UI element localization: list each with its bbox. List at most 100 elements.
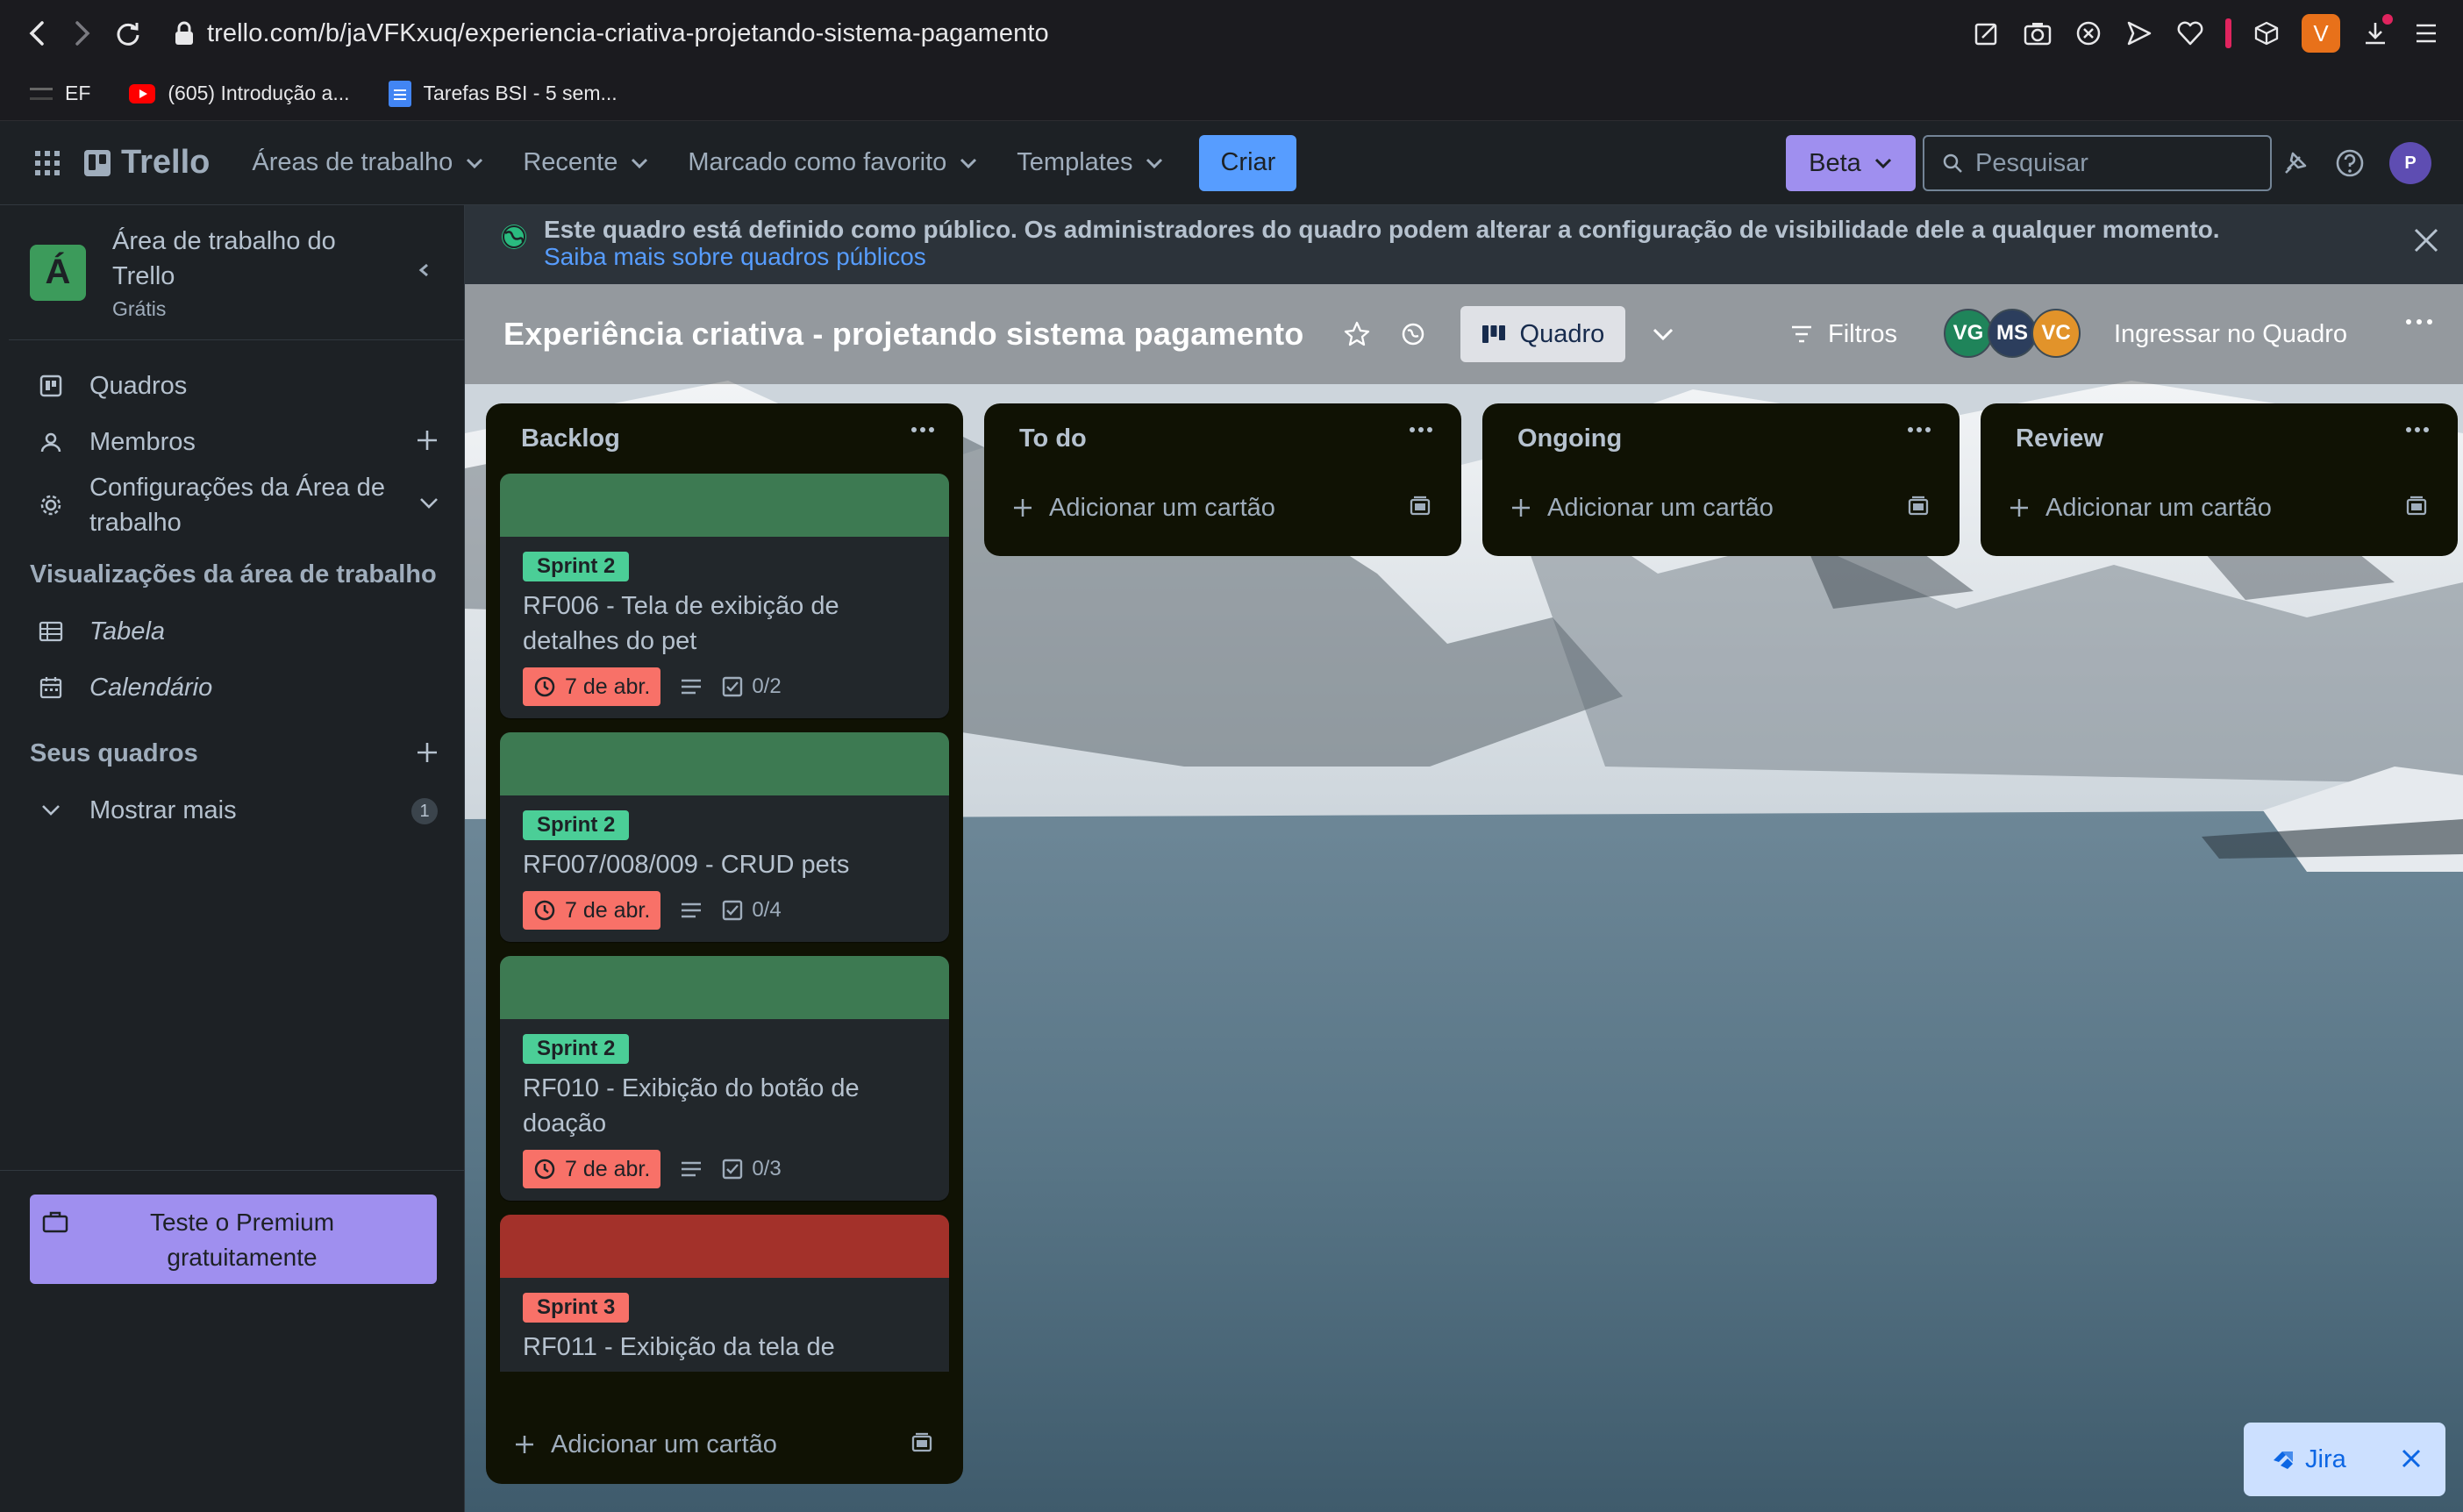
list-to-do: To do Adicionar um cartão [984,403,1461,556]
member-avatar[interactable]: MS [1988,309,2037,358]
notification-icon[interactable] [2281,148,2310,178]
due-date-badge[interactable]: 7 de abr. [523,1150,661,1188]
back-icon[interactable] [14,11,60,56]
bookmark-tarefas[interactable]: Tarefas BSI - 5 sem... [388,80,618,107]
board-title[interactable]: Experiência criativa - projetando sistem… [503,316,1304,353]
list-menu-icon[interactable] [910,426,935,433]
card[interactable]: Sprint 3 RF011 - Exibição da tela de che… [500,1215,949,1372]
add-card-button[interactable]: Adicionar um cartão [1482,474,1960,542]
list-header[interactable]: To do [984,403,1461,474]
block-icon[interactable] [2073,18,2104,49]
sidebar-item-table[interactable]: Tabela [9,603,464,660]
more-options-icon[interactable] [2405,317,2433,326]
menu-starred[interactable]: Marcado como favorito [688,148,978,177]
youtube-icon [129,83,156,103]
browser-toolbar: trello.com/b/jaVFKxuq/experiencia-criati… [0,0,2463,67]
bookmark-ef[interactable]: EF [30,82,90,105]
add-member-icon[interactable] [415,428,439,453]
card-list: Sprint 2 RF006 - Tela de exibição de det… [486,474,963,1372]
send-icon[interactable] [2124,18,2155,49]
menu-recent[interactable]: Recente [523,148,649,177]
star-icon[interactable] [1343,320,1371,348]
create-button[interactable]: Criar [1199,134,1297,191]
template-icon[interactable] [1907,495,1930,517]
workspace-name[interactable]: Área de trabalho do Trello [112,224,375,294]
chevron-down-icon [960,158,977,168]
add-card-button[interactable]: Adicionar um cartão [984,474,1461,542]
address-bar[interactable]: trello.com/b/jaVFKxuq/experiencia-criati… [207,19,1049,48]
browser-profile-avatar[interactable]: V [2302,14,2340,53]
download-icon[interactable] [2359,14,2393,49]
bookmark-youtube[interactable]: (605) Introdução a... [129,82,350,105]
close-icon[interactable] [2400,1447,2423,1470]
template-icon[interactable] [1409,495,1431,517]
workspace-sidebar: Á Área de trabalho do Trello Grátis Quad… [0,205,465,1512]
list-title: Review [2016,424,2103,453]
menu-templates[interactable]: Templates [1017,148,1164,177]
list-menu-icon[interactable] [2405,426,2430,433]
menu-workspaces[interactable]: Áreas de trabalho [252,148,484,177]
sidebar-show-more[interactable]: Mostrar mais 1 [9,782,464,838]
card-title: RF011 - Exibição da tela de checkout [523,1333,835,1372]
chevron-down-icon[interactable] [1652,327,1674,341]
collapse-sidebar-icon[interactable] [415,258,432,282]
board-view-icon [1481,325,1505,343]
template-icon[interactable] [2405,495,2428,517]
chevron-down-icon [39,803,63,817]
sidebar-item-boards[interactable]: Quadros [9,358,464,414]
join-board-button[interactable]: Ingressar no Quadro [2114,284,2347,384]
reload-icon[interactable] [105,11,151,56]
search-input[interactable]: Pesquisar [1923,135,2272,191]
menu-icon[interactable] [2410,18,2442,49]
card[interactable]: Sprint 2 RF006 - Tela de exibição de det… [500,474,949,718]
app-switcher-icon[interactable] [35,150,60,175]
board-view-button[interactable]: Quadro [1460,306,1626,362]
menu-label: Áreas de trabalho [252,148,453,176]
list-menu-icon[interactable] [1907,426,1931,433]
your-boards-heading: Seus quadros [9,724,464,782]
cube-icon[interactable] [2251,18,2282,49]
card[interactable]: Sprint 2 RF007/008/009 - CRUD pets 7 de … [500,732,949,942]
try-premium-button[interactable]: Teste o Premium gratuitamente [30,1195,437,1284]
beta-button[interactable]: Beta [1786,135,1916,191]
edit-image-icon[interactable] [1971,18,2003,49]
jira-popup[interactable]: Jira [2244,1423,2445,1496]
sidebar-item-settings[interactable]: Configurações da Área de trabalho [9,470,464,540]
member-avatar[interactable]: VC [2031,309,2081,358]
list-title: Ongoing [1517,424,1623,453]
help-icon[interactable] [2335,148,2365,178]
list-header[interactable]: Ongoing [1482,403,1960,474]
heart-icon[interactable] [2174,18,2206,49]
person-icon [39,431,63,453]
globe-visibility-icon[interactable] [1401,322,1425,346]
list-ongoing: Ongoing Adicionar um cartão [1482,403,1960,556]
list-menu-icon[interactable] [1409,426,1433,433]
filters-button[interactable]: Filtros [1789,284,1897,384]
close-icon[interactable] [2412,226,2440,254]
member-avatar[interactable]: VG [1944,309,1993,358]
trello-logo-icon [84,149,111,176]
camera-icon[interactable] [2022,18,2053,49]
menu-label: Marcado como favorito [688,148,947,176]
sidebar-item-calendar[interactable]: Calendário [9,660,464,716]
forward-icon[interactable] [60,11,105,56]
card[interactable]: Sprint 2 RF010 - Exibição do botão de do… [500,956,949,1201]
add-card-button[interactable]: Adicionar um cartão [1981,474,2458,542]
avatar[interactable]: P [2389,142,2431,184]
add-card-button[interactable]: Adicionar um cartão [486,1410,963,1479]
chevron-down-icon[interactable] [418,496,439,510]
notice-text: Este quadro está definido como público. … [544,216,2220,243]
list-header[interactable]: Review [1981,403,2458,474]
public-boards-link[interactable]: Saiba mais sobre quadros públicos [544,244,2220,270]
list-title: To do [1019,424,1087,453]
template-icon[interactable] [910,1431,933,1454]
card-cover [500,474,949,537]
board-view-label: Quadro [1519,319,1605,348]
add-board-icon[interactable] [415,740,439,765]
sidebar-item-members[interactable]: Membros [9,414,464,470]
trello-logo[interactable]: Trello [84,144,210,182]
clock-icon [534,1159,555,1180]
due-date-badge[interactable]: 7 de abr. [523,667,661,706]
due-date-badge[interactable]: 7 de abr. [523,891,661,930]
list-header[interactable]: Backlog [486,403,963,474]
